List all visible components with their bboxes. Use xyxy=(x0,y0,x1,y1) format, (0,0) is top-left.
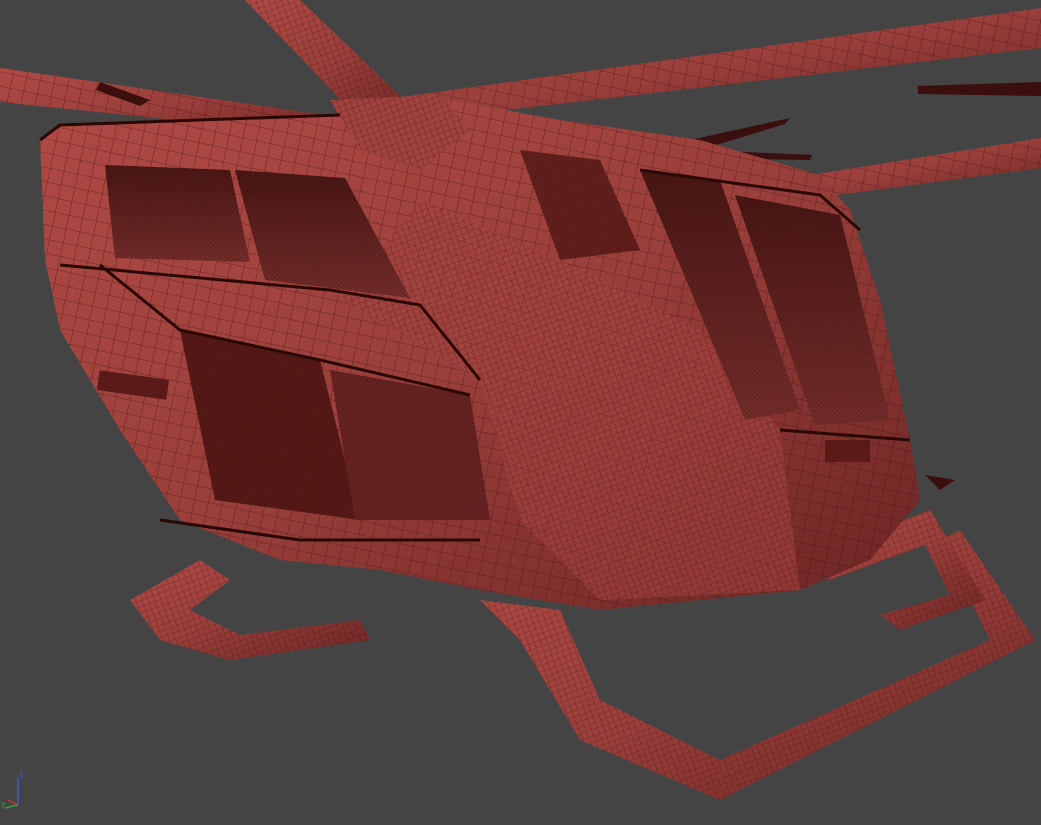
axis-y-label: y xyxy=(1,799,6,808)
axis-gizmo: z y xyxy=(1,770,23,809)
side-light-right xyxy=(825,440,870,462)
axis-x-line xyxy=(7,799,19,806)
antenna-right xyxy=(925,475,955,490)
axis-y-line xyxy=(4,804,19,809)
3d-viewport[interactable]: z y xyxy=(0,0,1041,825)
rotor-blade-far-right xyxy=(918,82,1041,96)
axis-z-label: z xyxy=(19,770,23,779)
